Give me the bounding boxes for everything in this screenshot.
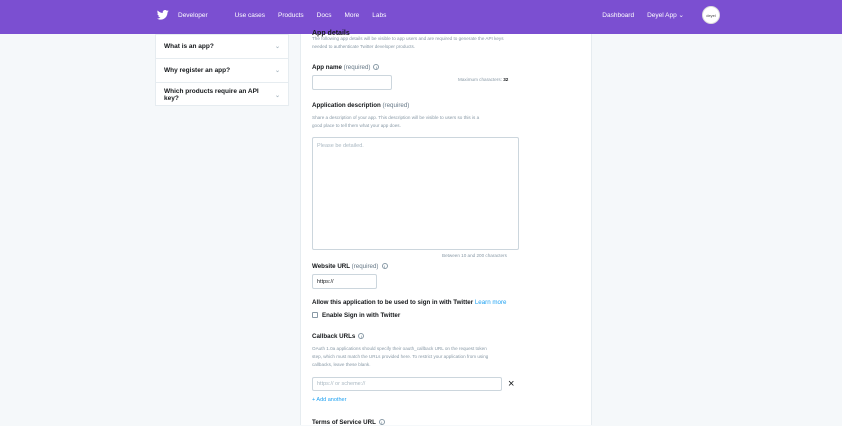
- faq-item-label: Why register an app?: [164, 67, 231, 74]
- nav-use-cases-link[interactable]: Use cases: [235, 12, 265, 19]
- close-icon[interactable]: ×: [508, 377, 514, 391]
- signin-label-text: Allow this application to be used to sig…: [312, 299, 474, 306]
- callback-help-1: OAuth 1.0a applications should specify t…: [312, 346, 487, 351]
- add-another-link[interactable]: + Add another: [312, 397, 346, 403]
- app-description-help-1: Share a description of your app. This de…: [312, 115, 480, 120]
- app-menu-dropdown[interactable]: Deyel App ⌄: [647, 11, 684, 19]
- max-chars-label: Maximum characters:: [458, 77, 502, 82]
- callback-urls-label: Callback URLs i: [312, 333, 365, 340]
- info-icon[interactable]: i: [381, 263, 388, 270]
- app-name-label-text: App name: [312, 64, 342, 71]
- callback-url-placeholder: https:// or scheme://: [317, 381, 366, 387]
- chevron-down-icon: ⌄: [274, 44, 280, 50]
- max-chars-value: 32: [503, 77, 509, 82]
- app-description-textarea[interactable]: Please be detailed.: [312, 137, 519, 250]
- info-icon[interactable]: i: [378, 419, 385, 426]
- chevron-down-icon: ⌄: [678, 12, 684, 19]
- max-chars-note: Maximum characters: 32: [458, 76, 508, 84]
- section-intro: The following app details will be visibl…: [312, 36, 504, 49]
- app-description-help-2: good place to tell them what your app do…: [312, 123, 401, 128]
- faq-panel: What is an app? ⌄ Why register an app? ⌄ W…: [155, 34, 289, 106]
- enable-signin-checkbox[interactable]: [312, 312, 318, 319]
- required-text: (required): [343, 64, 371, 71]
- app-menu-label: Deyel App: [647, 12, 677, 19]
- website-url-input[interactable]: https://: [312, 274, 377, 289]
- faq-item-label: Which products require an API key?: [164, 88, 259, 102]
- nav-products-link[interactable]: Products: [278, 12, 304, 19]
- website-url-label-text: Website URL: [312, 263, 350, 270]
- faq-item-which-products[interactable]: Which products require an API key? ⌄: [156, 83, 288, 107]
- app-description-label-text: Application description: [312, 102, 381, 109]
- website-url-label: Website URL (required) i: [312, 263, 388, 270]
- nav-right-group: Dashboard Deyel App ⌄ deyel: [602, 0, 728, 30]
- required-text: (required): [382, 102, 410, 109]
- nav-dashboard-link[interactable]: Dashboard: [602, 12, 634, 19]
- required-text: (required): [351, 263, 379, 270]
- app-description-counter: Between 10 and 200 characters: [442, 253, 507, 258]
- avatar-text: deyel: [706, 12, 716, 18]
- nav-docs-link[interactable]: Docs: [317, 12, 332, 19]
- signin-label: Allow this application to be used to sig…: [312, 299, 507, 306]
- callback-help-3: callbacks, leave these blank.: [312, 362, 371, 367]
- app-name-input[interactable]: [312, 75, 392, 90]
- top-navigation-bar: Developer Use cases Products Docs More L…: [0, 0, 842, 34]
- enable-signin-row[interactable]: Enable Sign in with Twitter: [312, 312, 400, 319]
- app-name-label: App name (required) i: [312, 64, 380, 71]
- app-description-placeholder: Please be detailed.: [317, 143, 364, 149]
- callback-url-input[interactable]: https:// or scheme://: [312, 377, 502, 391]
- chevron-down-icon: ⌄: [274, 92, 280, 99]
- faq-item-why-register[interactable]: Why register an app? ⌄: [156, 59, 288, 83]
- learn-more-link[interactable]: Learn more: [475, 299, 507, 306]
- faq-item-label: What is an app?: [164, 43, 214, 50]
- avatar[interactable]: deyel: [702, 6, 720, 24]
- faq-item-what-is-an-app[interactable]: What is an app? ⌄: [156, 35, 288, 59]
- nav-developer-link[interactable]: Developer: [178, 12, 208, 19]
- website-url-value: https://: [317, 278, 334, 285]
- twitter-bird-icon[interactable]: [156, 8, 170, 22]
- top-navigation-inner: Developer Use cases Products Docs More L…: [148, 0, 728, 30]
- callback-urls-label-text: Callback URLs: [312, 333, 356, 340]
- app-description-label: Application description (required): [312, 102, 409, 109]
- app-details-form: App details The following app details wi…: [300, 30, 592, 426]
- chevron-down-icon: ⌄: [274, 68, 280, 74]
- enable-signin-label: Enable Sign in with Twitter: [322, 312, 401, 319]
- nav-labs-link[interactable]: Labs: [372, 12, 386, 19]
- nav-more-link[interactable]: More: [344, 12, 359, 19]
- info-icon[interactable]: i: [358, 333, 365, 340]
- info-icon[interactable]: i: [373, 64, 380, 71]
- callback-help-2: step, which must match the URLs provided…: [312, 354, 489, 359]
